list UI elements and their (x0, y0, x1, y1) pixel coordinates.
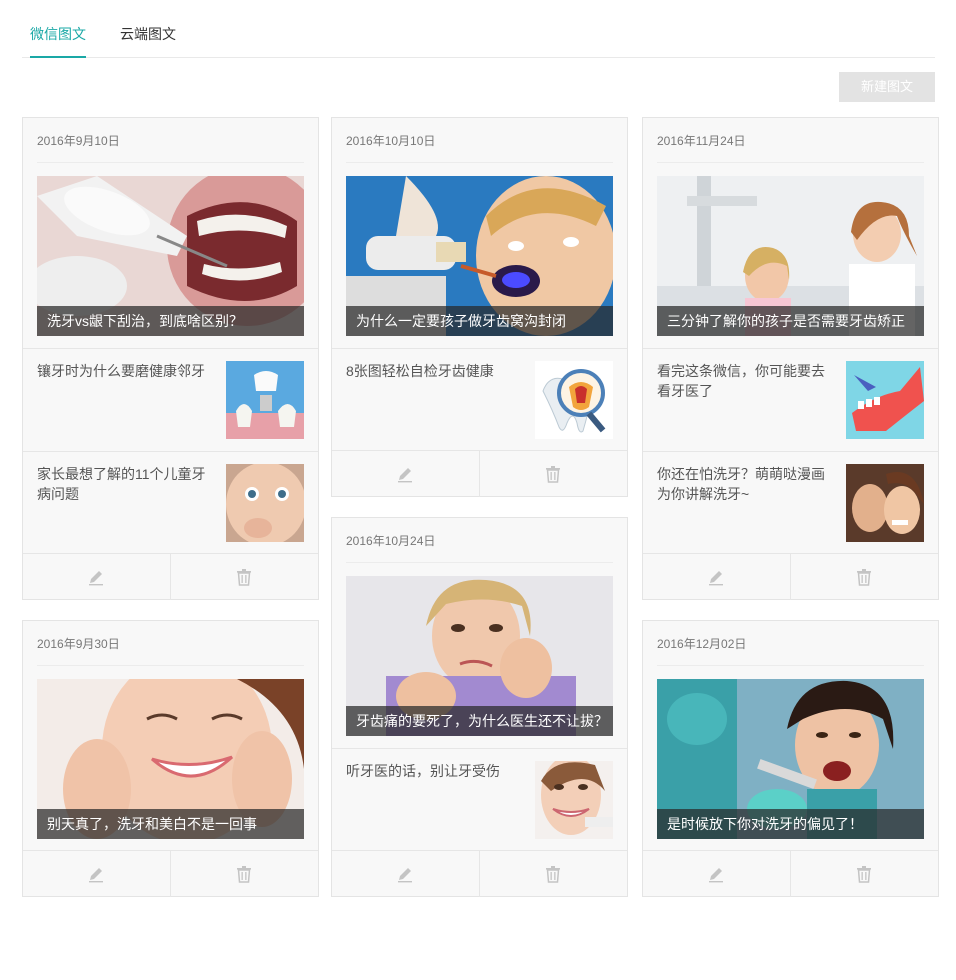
pencil-icon (709, 868, 724, 883)
tab-wechat-articles[interactable]: 微信图文 (30, 24, 86, 58)
divider (657, 162, 924, 163)
card-date: 2016年10月10日 (346, 134, 436, 148)
cover-title: 别天真了，洗牙和美白不是一回事 (37, 809, 304, 839)
card-actions (643, 850, 939, 897)
article-card: 2016年9月10日 洗牙vs龈下刮治，到底啥区别？ 镶牙时为什么要磨健康邻牙 (22, 117, 319, 600)
article-thumbnail (535, 361, 613, 439)
article-thumbnail (846, 464, 924, 542)
article-card: 2016年12月02日 是时候放下你对洗牙的偏见了！ (642, 620, 939, 897)
article-card: 2016年9月30日 别天真了，洗牙和美白不是一回事 (22, 620, 319, 897)
dental-crown-illustration (226, 361, 304, 439)
article-card: 2016年10月10日 为什么一定要孩子做牙齿窝沟封闭 8张图轻松自检牙齿健康 (331, 117, 628, 497)
divider (346, 562, 613, 563)
trash-icon (857, 569, 872, 586)
cover-title: 三分钟了解你的孩子是否需要牙齿矫正 (657, 306, 924, 336)
article-list-item[interactable]: 家长最想了解的11个儿童牙病问题 (23, 451, 318, 554)
article-title: 8张图轻松自检牙齿健康 (346, 363, 494, 379)
trash-icon (857, 866, 872, 883)
cover-image[interactable]: 牙齿痛的要死了，为什么医生还不让拔？ (346, 576, 613, 736)
trash-icon (546, 466, 561, 483)
trash-icon (237, 569, 252, 586)
divider (37, 665, 304, 666)
article-list-item[interactable]: 你还在怕洗牙？萌萌哒漫画为你讲解洗牙~ (643, 451, 938, 554)
card-actions (23, 850, 319, 897)
edit-button[interactable] (23, 554, 171, 600)
pencil-icon (89, 571, 104, 586)
edit-button[interactable] (643, 851, 791, 897)
jaw-illustration (846, 361, 924, 439)
delete-button[interactable] (480, 451, 628, 497)
child-face-photo (226, 464, 304, 542)
article-thumbnail (535, 761, 613, 839)
edit-button[interactable] (332, 851, 480, 897)
article-title: 你还在怕洗牙？萌萌哒漫画为你讲解洗牙~ (657, 466, 825, 502)
cover-title: 牙齿痛的要死了，为什么医生还不让拔？ (346, 706, 613, 736)
card-date: 2016年12月02日 (657, 637, 747, 651)
card-actions (23, 553, 319, 600)
article-list-item[interactable]: 听牙医的话，别让牙受伤 (332, 748, 627, 851)
edit-button[interactable] (332, 451, 480, 497)
edit-button[interactable] (23, 851, 171, 897)
card-date: 2016年9月10日 (37, 134, 120, 148)
edit-button[interactable] (643, 554, 791, 600)
delete-button[interactable] (171, 554, 319, 600)
article-thumbnail (226, 361, 304, 439)
article-card: 2016年11月24日 三分钟了解你的孩子是否需要牙齿矫正 看完这条微信，你可能… (642, 117, 939, 600)
cover-image[interactable]: 三分钟了解你的孩子是否需要牙齿矫正 (657, 176, 924, 336)
card-actions (332, 450, 628, 497)
divider (37, 162, 304, 163)
card-date: 2016年11月24日 (657, 134, 746, 148)
cover-image[interactable]: 是时候放下你对洗牙的偏见了！ (657, 679, 924, 839)
new-article-button[interactable]: 新建图文 (839, 72, 935, 102)
delete-button[interactable] (480, 851, 628, 897)
article-list-item[interactable]: 8张图轻松自检牙齿健康 (332, 348, 627, 451)
article-thumbnail (846, 361, 924, 439)
card-actions (643, 553, 939, 600)
divider (657, 665, 924, 666)
card-date: 2016年10月24日 (346, 534, 436, 548)
delete-button[interactable] (171, 851, 319, 897)
article-list-item[interactable]: 镶牙时为什么要磨健康邻牙 (23, 348, 318, 451)
delete-button[interactable] (791, 851, 939, 897)
article-card: 2016年10月24日 牙齿痛的要死了，为什么医生还不让拔？ 听牙医的话，别让牙… (331, 517, 628, 897)
tab-bar: 微信图文 云端图文 (22, 0, 935, 58)
tab-cloud-articles[interactable]: 云端图文 (120, 24, 176, 58)
cover-image[interactable]: 别天真了，洗牙和美白不是一回事 (37, 679, 304, 839)
smiling-woman-thumb (535, 761, 613, 839)
article-title: 看完这条微信，你可能要去看牙医了 (657, 363, 825, 399)
trash-icon (237, 866, 252, 883)
article-title: 家长最想了解的11个儿童牙病问题 (37, 466, 206, 502)
cover-title: 洗牙vs龈下刮治，到底啥区别？ (37, 306, 304, 336)
cover-title: 是时候放下你对洗牙的偏见了！ (657, 809, 924, 839)
article-title: 镶牙时为什么要磨健康邻牙 (37, 363, 205, 379)
cover-image[interactable]: 为什么一定要孩子做牙齿窝沟封闭 (346, 176, 613, 336)
article-title: 听牙医的话，别让牙受伤 (346, 763, 500, 779)
cover-title: 为什么一定要孩子做牙齿窝沟封闭 (346, 306, 613, 336)
mother-and-child-photo (846, 464, 924, 542)
article-list-item[interactable]: 看完这条微信，你可能要去看牙医了 (643, 348, 938, 451)
delete-button[interactable] (791, 554, 939, 600)
pencil-icon (398, 868, 413, 883)
card-date: 2016年9月30日 (37, 637, 120, 651)
divider (346, 162, 613, 163)
card-actions (332, 850, 628, 897)
pencil-icon (398, 468, 413, 483)
pencil-icon (709, 571, 724, 586)
tooth-magnifier-illustration (535, 361, 613, 439)
trash-icon (546, 866, 561, 883)
cover-image[interactable]: 洗牙vs龈下刮治，到底啥区别？ (37, 176, 304, 336)
pencil-icon (89, 868, 104, 883)
article-thumbnail (226, 464, 304, 542)
